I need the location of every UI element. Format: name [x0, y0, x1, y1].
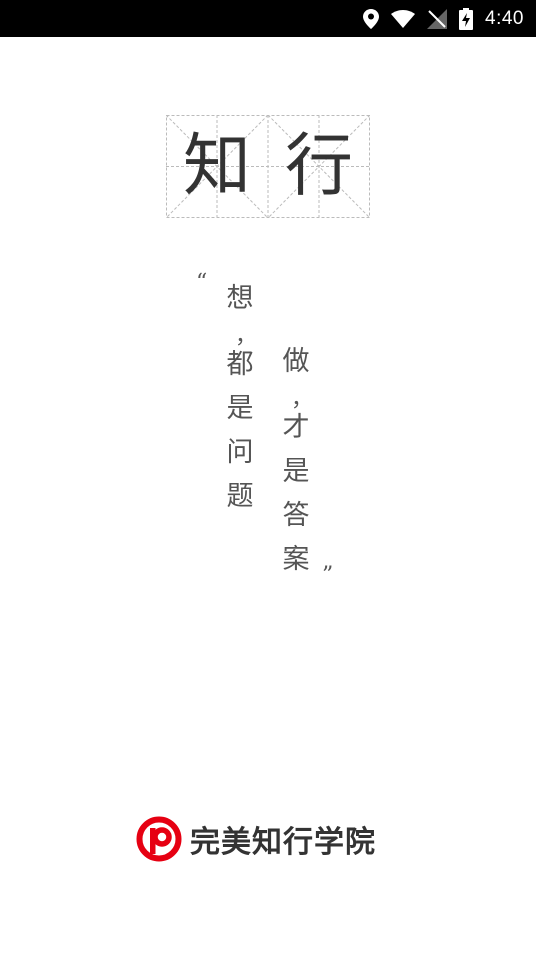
quote-char: 题 [226, 481, 254, 512]
quote-char: 才 [282, 412, 310, 443]
wifi-icon [391, 9, 416, 28]
quote-line-1: 想 ， 都 是 问 题 [223, 283, 258, 527]
status-time: 4:40 [485, 7, 524, 29]
quote-char: 是 [282, 456, 310, 487]
brand-name: 完美知行学院 [190, 825, 376, 860]
quote-punct: ， [291, 387, 314, 412]
location-icon [363, 8, 380, 29]
status-bar: 4:40 [0, 0, 536, 37]
quote-char: 答 [282, 500, 310, 531]
quote-char: 案 [282, 544, 310, 575]
brand-footer: 完美知行学院 [136, 815, 376, 863]
quote-close-mark: ” [322, 563, 334, 588]
brand-logo-icon [136, 816, 182, 862]
quote-char: 都 [226, 349, 254, 380]
quote-char: 想 [226, 283, 254, 314]
title-grid: 知 行 [166, 115, 370, 218]
battery-charging-icon [459, 7, 474, 30]
quote-open-mark: “ [196, 270, 208, 295]
title-char-xing: 行 [284, 126, 353, 206]
quote-char: 是 [226, 393, 254, 424]
quote-char: 问 [226, 437, 254, 468]
quote-char: 做 [282, 346, 310, 377]
no-signal-icon [427, 8, 448, 29]
title-char-zhi: 知 [182, 126, 251, 206]
quote-line-2: 做 ， 才 是 答 案 [279, 346, 314, 590]
quote-punct: ， [235, 324, 258, 349]
